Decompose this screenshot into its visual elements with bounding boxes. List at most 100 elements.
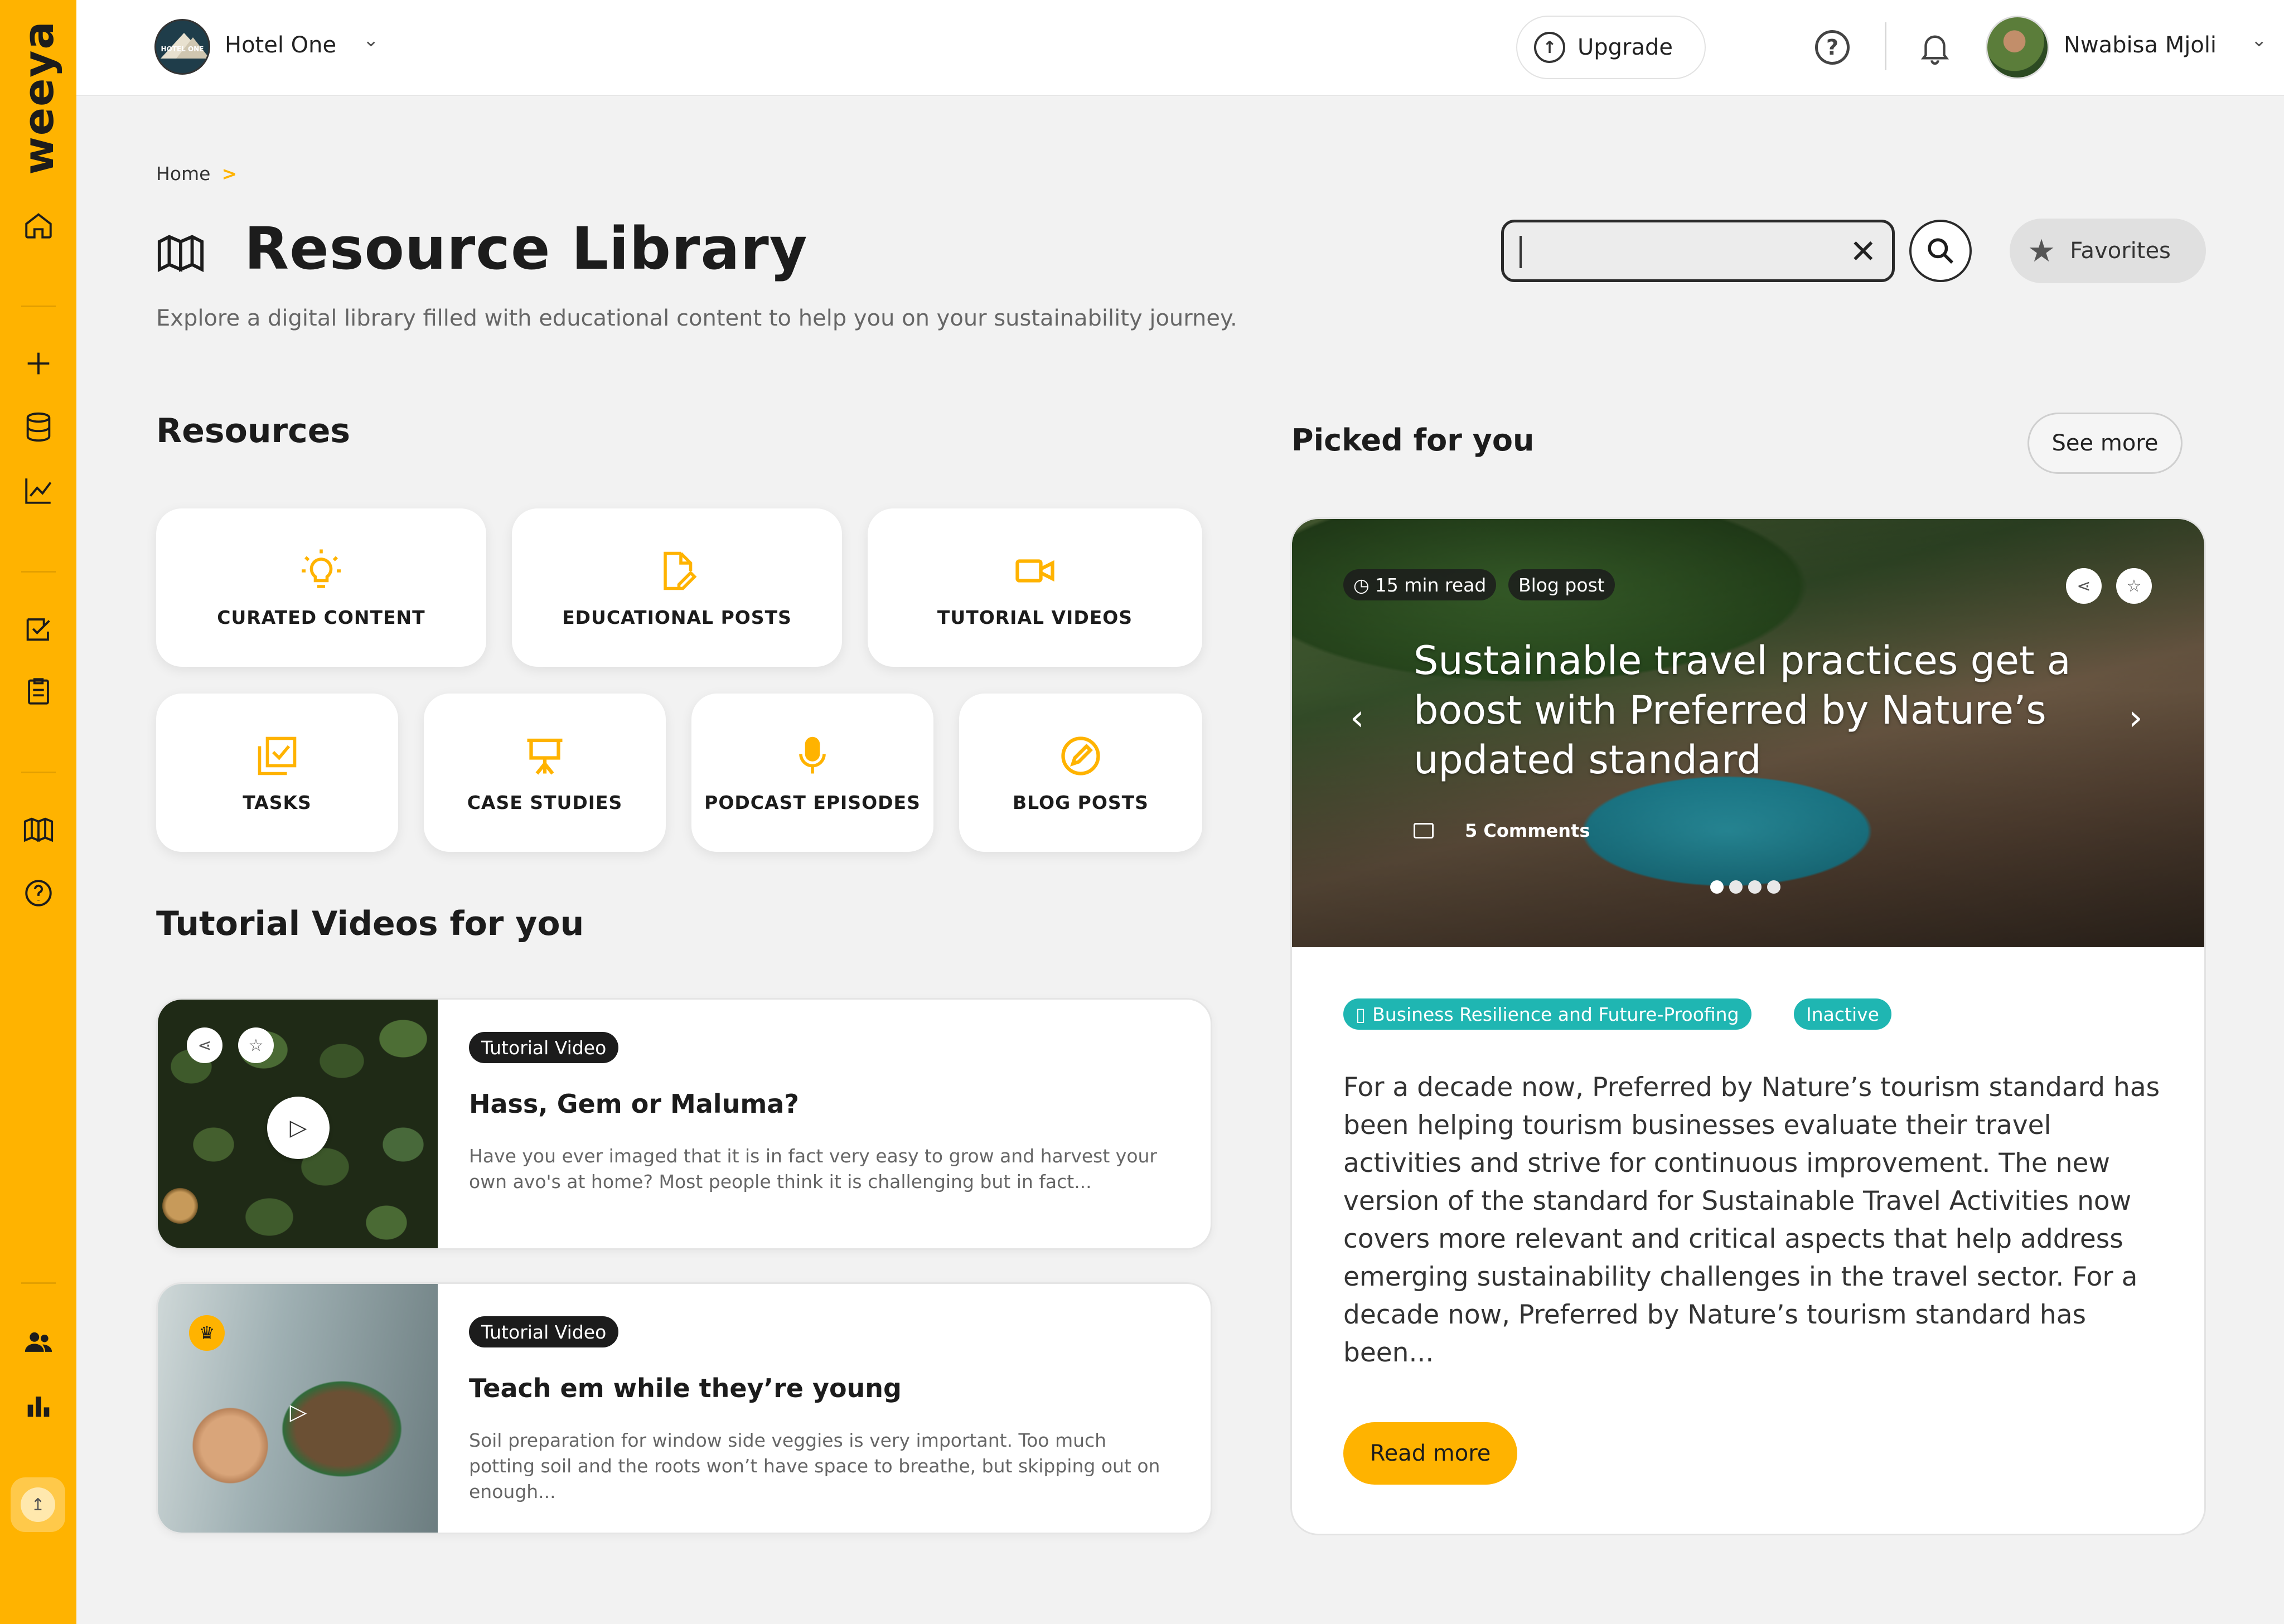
clipboard-icon[interactable] <box>18 671 59 711</box>
hotel-logo[interactable]: HOTEL ONE <box>154 19 210 75</box>
document-icon: ▯ <box>1356 1003 1366 1025</box>
search-box: ✕ <box>1501 220 1895 282</box>
post-type-badge: Blog post <box>1508 569 1615 600</box>
clear-icon[interactable]: ✕ <box>1850 232 1877 270</box>
video-camera-icon <box>1015 559 1054 583</box>
chart-line-icon[interactable] <box>18 471 59 511</box>
play-icon[interactable]: ▷ <box>267 1097 330 1159</box>
tutorials-title: Tutorial Videos for you <box>156 904 584 943</box>
carousel-dot[interactable] <box>1748 880 1762 894</box>
resource-card-blog-posts[interactable]: BLOG POSTS <box>959 694 1202 852</box>
sidebar-divider <box>21 772 56 773</box>
video-description: Soil preparation for window side veggies… <box>469 1429 1160 1502</box>
resource-card-case-studies[interactable]: CASE STUDIES <box>424 694 666 852</box>
presentation-icon <box>527 738 563 774</box>
tasks-icon <box>258 736 297 775</box>
favorites-label: Favorites <box>2070 238 2171 264</box>
play-icon[interactable]: ▷ <box>267 1381 330 1443</box>
upload-icon: ↥ <box>21 1487 55 1522</box>
database-icon[interactable] <box>18 407 59 447</box>
upgrade-button[interactable]: ↑ Upgrade <box>1516 16 1706 79</box>
video-title[interactable]: Teach em while they’re young <box>469 1373 902 1403</box>
topbar-divider <box>1885 22 1886 70</box>
bar-chart-icon[interactable] <box>18 1386 59 1426</box>
resource-card-tutorial-videos[interactable]: TUTORIAL VIDEOS <box>868 508 1202 667</box>
category-label: Business Resilience and Future-Proofing <box>1372 1003 1739 1025</box>
topbar: HOTEL ONE Hotel One ⌄ ↑ Upgrade ? Nwabis… <box>76 0 2284 96</box>
sidebar-divider <box>21 1282 56 1284</box>
read-time-badge: ◷ 15 min read <box>1343 569 1497 600</box>
sidebar: weeya ↥ <box>0 0 76 1624</box>
resource-label: TUTORIAL VIDEOS <box>937 606 1133 628</box>
plus-icon[interactable] <box>18 343 59 384</box>
help-icon[interactable] <box>18 873 59 913</box>
video-tag: Tutorial Video <box>469 1032 619 1063</box>
read-more-button[interactable]: Read more <box>1343 1422 1517 1485</box>
crown-icon: ♛ <box>189 1315 225 1351</box>
favorites-button[interactable]: ★ Favorites <box>2010 219 2206 283</box>
avatar[interactable] <box>1986 16 2049 79</box>
comments-label: 5 Comments <box>1465 820 1590 841</box>
chevron-right-icon: > <box>221 163 238 185</box>
search-input[interactable] <box>1515 235 1827 267</box>
resource-card-educational-posts[interactable]: EDUCATIONAL POSTS <box>512 508 842 667</box>
status-badge: Inactive <box>1794 998 1891 1030</box>
video-card[interactable]: ♛ ▷ Tutorial Video Teach em while they’r… <box>156 1282 1212 1534</box>
lightbulb-icon <box>302 549 341 588</box>
hero-headline[interactable]: Sustainable travel practices get a boost… <box>1414 636 2116 785</box>
hotel-logo-text: HOTEL ONE <box>161 45 204 53</box>
carousel-dot[interactable] <box>1767 880 1780 894</box>
share-icon[interactable]: ⋖ <box>2066 568 2102 604</box>
home-icon[interactable] <box>18 205 59 245</box>
breadcrumb-home[interactable]: Home <box>156 163 210 185</box>
upgrade-label: Upgrade <box>1577 35 1673 60</box>
see-more-button[interactable]: See more <box>2027 413 2183 474</box>
user-name[interactable]: Nwabisa Mjoli <box>2064 32 2217 58</box>
search-button[interactable] <box>1909 220 1972 282</box>
resource-card-curated-content[interactable]: CURATED CONTENT <box>156 508 486 667</box>
bell-icon[interactable] <box>1917 28 1953 67</box>
resource-label: PODCAST EPISODES <box>704 791 921 813</box>
upload-button[interactable]: ↥ <box>11 1477 65 1532</box>
comments-count[interactable]: 5 Comments <box>1414 820 1590 841</box>
share-icon[interactable]: ⋖ <box>187 1027 222 1063</box>
library-icon <box>157 235 204 273</box>
star-icon: ★ <box>2027 232 2056 269</box>
resource-label: CASE STUDIES <box>467 791 623 813</box>
chevron-left-icon[interactable]: ‹ <box>1350 697 1364 739</box>
video-tag: Tutorial Video <box>469 1316 619 1347</box>
chevron-down-icon[interactable]: ⌄ <box>2251 29 2267 51</box>
resource-card-tasks[interactable]: TASKS <box>156 694 398 852</box>
users-icon[interactable] <box>18 1322 59 1363</box>
page-title: Resource Library <box>244 215 808 283</box>
carousel-dots[interactable] <box>1710 880 1780 894</box>
read-time: 15 min read <box>1375 574 1487 596</box>
video-title[interactable]: Hass, Gem or Maluma? <box>469 1089 799 1119</box>
help-icon[interactable]: ? <box>1815 30 1850 65</box>
video-thumbnail[interactable]: ♛ ▷ <box>158 1284 438 1533</box>
star-outline-icon[interactable]: ☆ <box>2116 568 2152 604</box>
clock-icon: ◷ <box>1353 574 1370 596</box>
video-description: Have you ever imaged that it is in fact … <box>469 1145 1158 1192</box>
video-card[interactable]: ⋖ ☆ ▷ Tutorial Video Hass, Gem or Maluma… <box>156 998 1212 1250</box>
chevron-right-icon[interactable]: › <box>2128 697 2143 739</box>
hero-image[interactable]: ◷ 15 min read Blog post ⋖ ☆ ‹ › Sustainab… <box>1292 519 2204 947</box>
video-thumbnail[interactable]: ⋖ ☆ ▷ <box>158 1000 438 1248</box>
star-outline-icon[interactable]: ☆ <box>238 1027 274 1063</box>
carousel-dot[interactable] <box>1729 880 1743 894</box>
chevron-down-icon[interactable]: ⌄ <box>363 29 379 51</box>
resource-label: CURATED CONTENT <box>217 606 425 628</box>
carousel-dot[interactable] <box>1710 880 1724 894</box>
resource-card-podcast-episodes[interactable]: PODCAST EPISODES <box>691 694 933 852</box>
post-body: For a decade now, Preferred by Nature’s … <box>1343 1072 2160 1368</box>
library-icon[interactable] <box>18 809 59 850</box>
search-icon <box>1928 238 1953 264</box>
hotel-name[interactable]: Hotel One <box>225 32 336 58</box>
brand-logo[interactable]: weeya <box>15 21 63 175</box>
arrow-up-circle-icon: ↑ <box>1534 32 1565 63</box>
category-chip: ▯ Business Resilience and Future-Proofing <box>1343 998 1751 1030</box>
resource-label: TASKS <box>243 791 312 813</box>
comment-icon <box>1414 823 1434 838</box>
microphone-icon <box>799 736 826 773</box>
checklist-icon[interactable] <box>18 609 59 649</box>
